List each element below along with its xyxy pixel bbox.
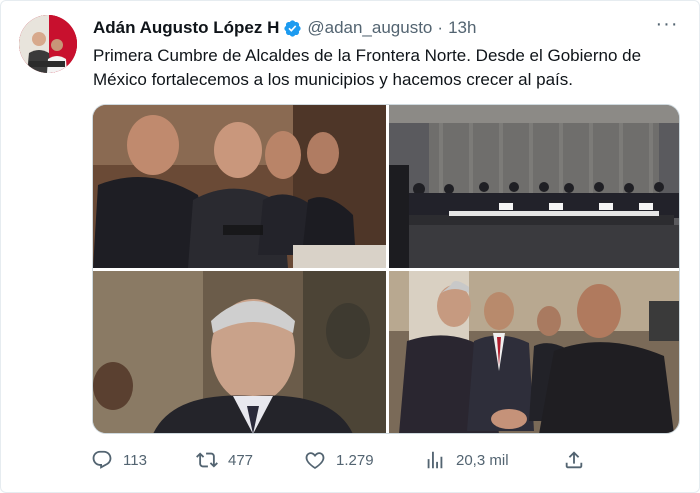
more-options-icon[interactable]: ··· [655, 14, 679, 37]
retweet-button[interactable]: 477 [196, 447, 253, 473]
like-count: 1.279 [336, 451, 374, 469]
avatar[interactable] [19, 15, 77, 73]
heart-icon [305, 452, 325, 469]
author-handle[interactable]: @adan_augusto [307, 18, 432, 38]
like-button[interactable]: 1.279 [304, 447, 374, 473]
tweet-text: Primera Cumbre de Alcaldes de la Fronter… [93, 46, 642, 89]
photo-handshake[interactable] [389, 271, 679, 433]
views-button[interactable]: 20,3 mil [424, 447, 509, 473]
timestamp[interactable]: 13h [448, 18, 476, 38]
author-name[interactable]: Adán Augusto López H [93, 18, 279, 38]
share-button[interactable] [563, 447, 585, 473]
retweet-icon [196, 452, 218, 468]
analytics-icon [427, 451, 443, 469]
reply-count: 113 [123, 451, 147, 469]
tweet-card[interactable]: Adán Augusto López H @adan_augusto · 13h… [0, 0, 700, 493]
photo-portrait[interactable] [93, 271, 386, 433]
share-icon [565, 451, 583, 469]
reply-button[interactable]: 113 [91, 447, 147, 473]
photo-meeting-room[interactable] [389, 105, 679, 268]
action-bar: 113 477 1.279 20,3 mil [91, 447, 591, 473]
tweet-header: Adán Augusto López H @adan_augusto · 13h [93, 17, 476, 39]
media-grid [92, 104, 680, 434]
photo-officials-seated[interactable] [93, 105, 386, 268]
retweet-count: 477 [228, 451, 254, 469]
reply-icon [92, 450, 112, 469]
views-count: 20,3 mil [456, 451, 509, 469]
verified-badge-icon [284, 19, 301, 37]
separator-dot: · [437, 18, 444, 37]
